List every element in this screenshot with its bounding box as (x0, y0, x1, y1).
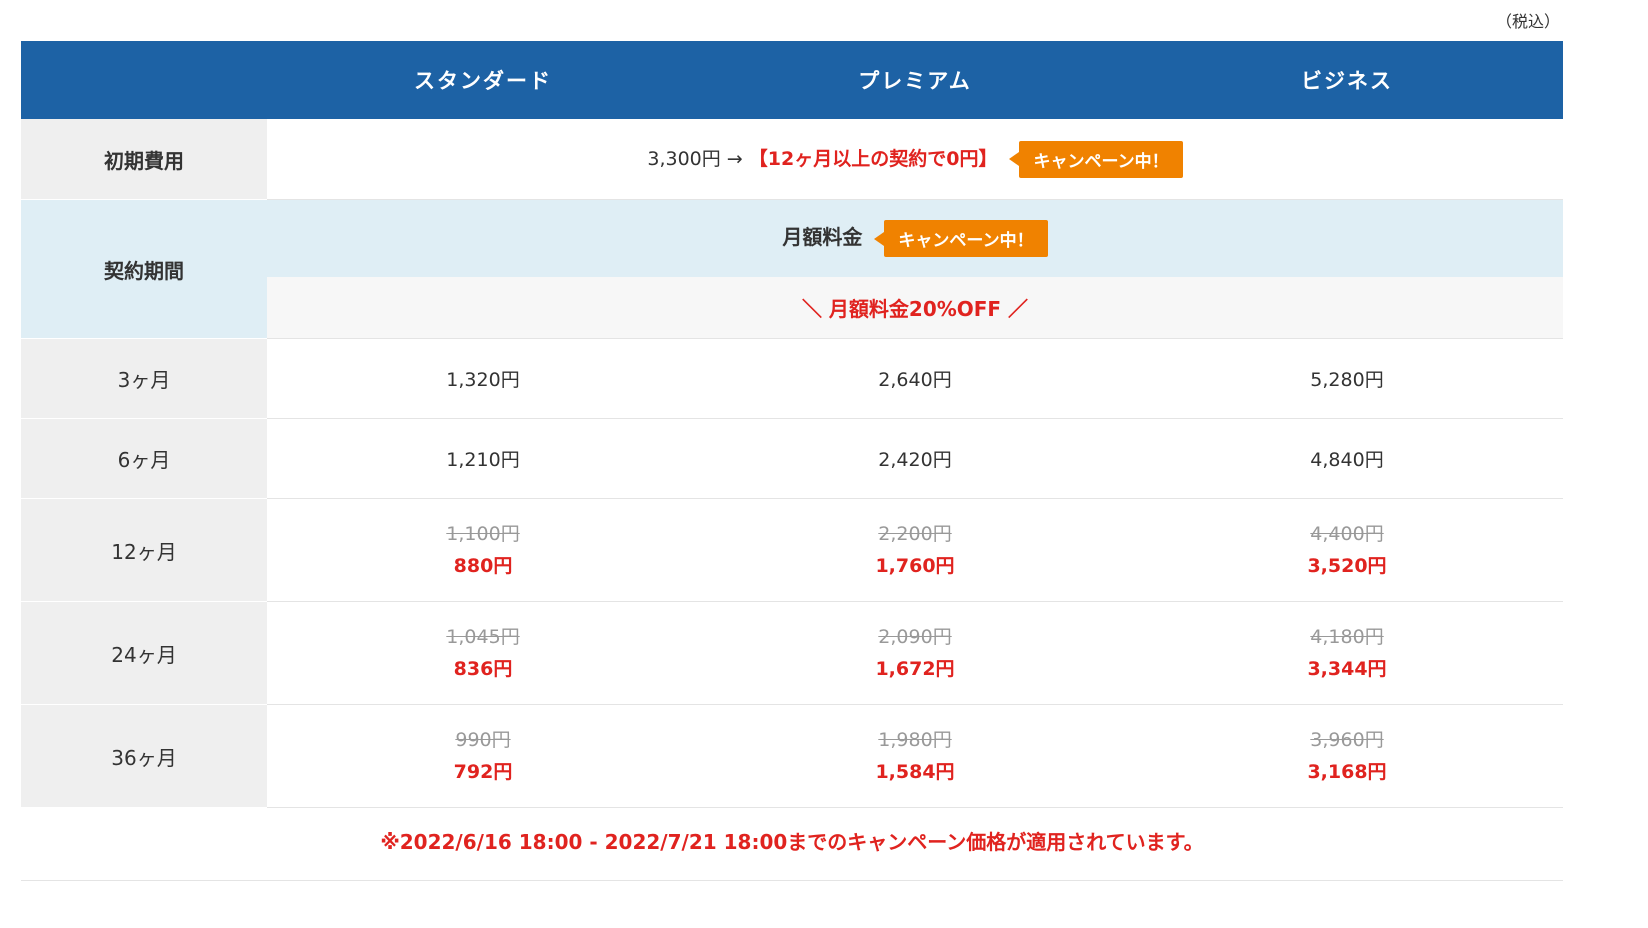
campaign-badge: キャンペーン中！ (1009, 140, 1183, 178)
initial-fee-cell: 3,300円 → 【12ヶ月以上の契約で0円】 キャンペーン中！ (267, 119, 1563, 200)
discounted-price: 3,520円 (1307, 555, 1387, 577)
price-cell-premium: 2,090円 1,672円 (699, 601, 1131, 705)
original-price: 2,090円 (878, 626, 952, 648)
plan-premium-header: プレミアム (699, 41, 1131, 119)
original-price: 3,960円 (1310, 729, 1384, 751)
monthly-fee-heading: 月額料金 キャンペーン中！ (267, 199, 1563, 277)
price-cell-standard: 990円 792円 (267, 704, 699, 808)
period-label: 12ヶ月 (21, 498, 267, 602)
price-cell-premium: 2,420円 (699, 418, 1131, 499)
price-cell-standard: 1,210円 (267, 418, 699, 499)
price-cell-business: 4,400円 3,520円 (1131, 498, 1563, 602)
divider (21, 880, 1563, 881)
price-cell-premium: 2,200円 1,760円 (699, 498, 1131, 602)
period-label: 3ヶ月 (21, 338, 267, 419)
price-cell-premium: 1,980円 1,584円 (699, 704, 1131, 808)
monthly-fee-header-row: 契約期間 月額料金 キャンペーン中！ (21, 199, 1563, 339)
price-cell-business: 4,180円 3,344円 (1131, 601, 1563, 705)
discounted-price: 1,584円 (875, 761, 955, 783)
price-row-3-months: 3ヶ月 1,320円 2,640円 5,280円 (21, 338, 1563, 419)
plan-header-row: スタンダード プレミアム ビジネス (21, 41, 1563, 119)
discounted-price: 836円 (453, 658, 513, 680)
plan-business-header: ビジネス (1131, 41, 1563, 119)
original-price: 4,180円 (1310, 626, 1384, 648)
initial-fee-label: 初期費用 (21, 119, 267, 200)
period-label: 24ヶ月 (21, 601, 267, 705)
original-price: 1,045円 (446, 626, 520, 648)
original-price: 1,980円 (878, 729, 952, 751)
monthly-fee-label: 月額料金 (782, 225, 863, 249)
price-cell-business: 5,280円 (1131, 338, 1563, 419)
campaign-period-note: ※2022/6/16 18:00 - 2022/7/21 18:00までのキャン… (380, 830, 1204, 854)
discounted-price: 880円 (453, 555, 513, 577)
plan-standard-header: スタンダード (267, 41, 699, 119)
price-cell-standard: 1,320円 (267, 338, 699, 419)
header-empty-cell (21, 41, 267, 119)
pricing-table: スタンダード プレミアム ビジネス 初期費用 3,300円 → 【12ヶ月以上の… (21, 41, 1563, 808)
price-cell-standard: 1,045円 836円 (267, 601, 699, 705)
original-price: 1,100円 (446, 523, 520, 545)
discounted-price: 3,344円 (1307, 658, 1387, 680)
price-row-36-months: 36ヶ月 990円 792円 1,980円 1,584円 3,960円 3,16… (21, 704, 1563, 808)
price-cell-business: 3,960円 3,168円 (1131, 704, 1563, 808)
original-price: 990円 (455, 729, 511, 751)
price-cell-premium: 2,640円 (699, 338, 1131, 419)
price-row-12-months: 12ヶ月 1,100円 880円 2,200円 1,760円 4,400円 3,… (21, 498, 1563, 602)
discounted-price: 792円 (453, 761, 513, 783)
original-price: 2,200円 (878, 523, 952, 545)
initial-fee-price: 3,300円 → (647, 147, 749, 170)
period-label: 6ヶ月 (21, 418, 267, 499)
price-cell-standard: 1,100円 880円 (267, 498, 699, 602)
price-row-24-months: 24ヶ月 1,045円 836円 2,090円 1,672円 4,180円 3,… (21, 601, 1563, 705)
discount-banner: ＼ 月額料金20%OFF ／ (267, 277, 1563, 339)
discounted-price: 1,672円 (875, 658, 955, 680)
contract-period-label: 契約期間 (21, 199, 267, 339)
price-cell-business: 4,840円 (1131, 418, 1563, 499)
original-price: 4,400円 (1310, 523, 1384, 545)
discounted-price: 1,760円 (875, 555, 955, 577)
tax-included-note: （税込） (1495, 12, 1560, 31)
initial-fee-campaign-text: 【12ヶ月以上の契約で0円】 (748, 147, 998, 170)
price-row-6-months: 6ヶ月 1,210円 2,420円 4,840円 (21, 418, 1563, 499)
campaign-badge: キャンペーン中！ (874, 220, 1048, 257)
discounted-price: 3,168円 (1307, 761, 1387, 783)
initial-fee-row: 初期費用 3,300円 → 【12ヶ月以上の契約で0円】 キャンペーン中！ (21, 119, 1563, 200)
period-label: 36ヶ月 (21, 704, 267, 808)
